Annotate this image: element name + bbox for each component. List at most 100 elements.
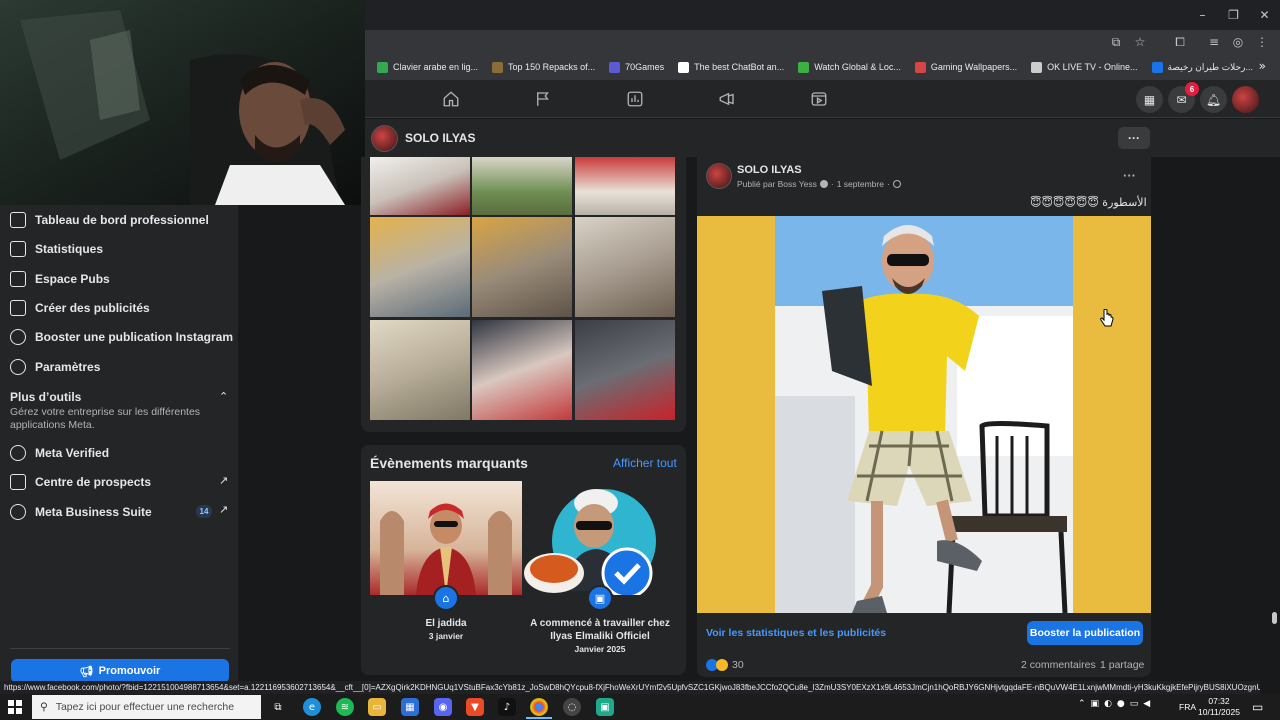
comments-count[interactable]: 2 commentaires [1021, 659, 1096, 671]
task-view-icon[interactable]: ⧉ [269, 698, 287, 716]
post-more-icon[interactable]: ··· [1123, 168, 1136, 183]
home-icon[interactable] [440, 88, 462, 110]
edge-icon[interactable]: e [303, 698, 321, 716]
photo-thumbnail[interactable] [472, 157, 572, 215]
photo-thumbnail[interactable] [575, 320, 675, 420]
sidebar-item-meta-verified[interactable]: Meta Verified [10, 445, 109, 461]
app-icon[interactable]: ◌ [563, 698, 581, 716]
bookmark-item[interactable]: رحلات طيران رخيصة... [1151, 61, 1253, 73]
sidebar-item-create-ads[interactable]: Créer des publicités [10, 300, 150, 316]
show-all-link[interactable]: Afficher tout [613, 456, 677, 470]
bookmark-item[interactable]: Clavier arabe en lig... [377, 61, 478, 73]
chevron-up-icon[interactable]: ⌃ [1078, 699, 1086, 709]
post-reactions[interactable]: 30 [706, 659, 744, 671]
notification-center-icon[interactable]: ▭ [1252, 700, 1263, 714]
toolbar-icons: ⧉ ☆ ⧠ ≡ ◎ ⋮ [1106, 32, 1272, 52]
post-author-name[interactable]: SOLO ILYAS [737, 164, 802, 176]
megaphone-icon: 📢︎ [79, 664, 94, 678]
scrollbar-thumb[interactable] [1272, 612, 1277, 624]
sidebar-item-business-suite[interactable]: Meta Business Suite [10, 504, 152, 520]
boost-post-button[interactable]: Booster la publication [1027, 621, 1143, 645]
photo-thumbnail[interactable] [370, 217, 470, 317]
published-by: Publié par Boss Yess [737, 179, 817, 189]
store-icon[interactable]: ▦ [401, 698, 419, 716]
instagram-icon [10, 329, 26, 345]
photo-thumbnail[interactable] [575, 217, 675, 317]
insights-icon[interactable] [624, 88, 646, 110]
bookmark-item[interactable]: OK LIVE TV - Online... [1031, 61, 1138, 73]
close-button[interactable]: ✕ [1249, 0, 1280, 30]
video-icon[interactable] [808, 88, 830, 110]
profile-icon[interactable]: ◎ [1228, 32, 1248, 52]
photo-thumbnail[interactable] [370, 320, 470, 420]
photo-thumbnail[interactable] [472, 320, 572, 420]
bookmarks-overflow-icon[interactable]: » [1259, 59, 1266, 73]
clock[interactable]: 07:32 10/11/2025 [1198, 696, 1240, 718]
maximize-button[interactable]: ❐ [1218, 0, 1249, 30]
windows-start-icon[interactable] [8, 700, 22, 714]
post-author-avatar[interactable] [706, 163, 732, 189]
brave-icon[interactable]: ▼ [466, 698, 484, 716]
discord-icon[interactable]: ◉ [434, 698, 452, 716]
scrollbar[interactable] [1268, 157, 1280, 683]
bookmark-star-icon[interactable]: ☆ [1130, 32, 1150, 52]
sidebar-item-label: Meta Verified [35, 446, 110, 460]
tiktok-icon[interactable]: ♪ [498, 698, 516, 716]
minimize-button[interactable]: – [1187, 0, 1218, 30]
photo-thumbnail[interactable] [575, 157, 675, 215]
bookmark-item[interactable]: Top 150 Repacks of... [492, 61, 595, 73]
chart-icon [10, 241, 26, 257]
photo-thumbnail[interactable] [472, 217, 572, 317]
media-control-icon[interactable]: ≡ [1204, 32, 1224, 52]
chrome-icon[interactable] [530, 698, 548, 716]
info-icon[interactable] [819, 180, 828, 188]
briefcase-icon: ▣ [587, 585, 613, 611]
microphone-icon[interactable]: ● [1117, 699, 1125, 709]
event-image[interactable] [370, 481, 522, 595]
shares-count[interactable]: 1 partage [1100, 659, 1144, 671]
dashboard-icon [10, 212, 26, 228]
photo-thumbnail[interactable] [370, 157, 470, 215]
extensions-icon[interactable]: ⧠ [1170, 32, 1190, 52]
sidebar-item-statistics[interactable]: Statistiques [10, 241, 103, 257]
sidebar-item-dashboard[interactable]: Tableau de bord professionnel [10, 212, 209, 228]
view-stats-link[interactable]: Voir les statistiques et les publicités [706, 627, 886, 639]
sidebar-item-settings[interactable]: Paramètres [10, 359, 100, 375]
browser-title-bar [365, 0, 1280, 30]
chevron-up-icon[interactable]: ⌃ [219, 390, 228, 403]
install-app-icon[interactable]: ⧉ [1106, 32, 1126, 52]
profile-avatar[interactable] [1232, 86, 1259, 113]
volume-icon[interactable]: ◀ [1143, 699, 1150, 709]
apps-grid-icon[interactable]: ▦ [1136, 86, 1163, 113]
contact-card-icon [10, 474, 26, 490]
post-image[interactable] [697, 216, 1151, 613]
promote-button[interactable]: 📢︎ Promouvoir [11, 659, 229, 683]
post-date[interactable]: 1 septembre [837, 179, 884, 189]
events-heading: Évènements marquants [370, 455, 528, 471]
bookmark-favicon-icon [492, 61, 504, 73]
event-image[interactable] [524, 481, 676, 599]
tray-app-icon[interactable]: ◐ [1104, 699, 1112, 709]
language-indicator[interactable]: FRA [1179, 702, 1196, 712]
bookmark-item[interactable]: Watch Global & Loc... [798, 61, 901, 73]
sidebar-item-boost-instagram[interactable]: Booster une publication Instagram [10, 329, 233, 345]
megaphone-ads-icon[interactable] [716, 88, 738, 110]
sidebar-item-leads-center[interactable]: Centre de prospects [10, 474, 151, 490]
file-explorer-icon[interactable]: ▭ [368, 698, 386, 716]
taskbar-search[interactable]: ⚲ Tapez ici pour effectuer une recherche [32, 695, 261, 719]
page-title[interactable]: SOLO ILYAS [405, 131, 475, 145]
wifi-icon[interactable]: ▭ [1130, 699, 1139, 709]
sidebar-item-ads-space[interactable]: Espace Pubs [10, 271, 110, 287]
page-more-button[interactable]: ··· [1118, 127, 1150, 149]
menu-icon[interactable]: ⋮ [1252, 32, 1272, 52]
page-avatar[interactable] [371, 125, 398, 152]
app-icon[interactable]: ▣ [596, 698, 614, 716]
spotify-icon[interactable]: ≋ [336, 698, 354, 716]
bookmark-item[interactable]: Gaming Wallpapers... [914, 61, 1017, 73]
flag-pages-icon[interactable] [532, 88, 554, 110]
notifications-bell-icon[interactable]: 🔔︎ [1200, 86, 1227, 113]
network-icon[interactable]: ▣ [1091, 699, 1100, 709]
bookmark-label: The best ChatBot an... [694, 62, 785, 72]
bookmark-item[interactable]: 70Games [609, 61, 664, 73]
bookmark-item[interactable]: The best ChatBot an... [678, 61, 785, 73]
